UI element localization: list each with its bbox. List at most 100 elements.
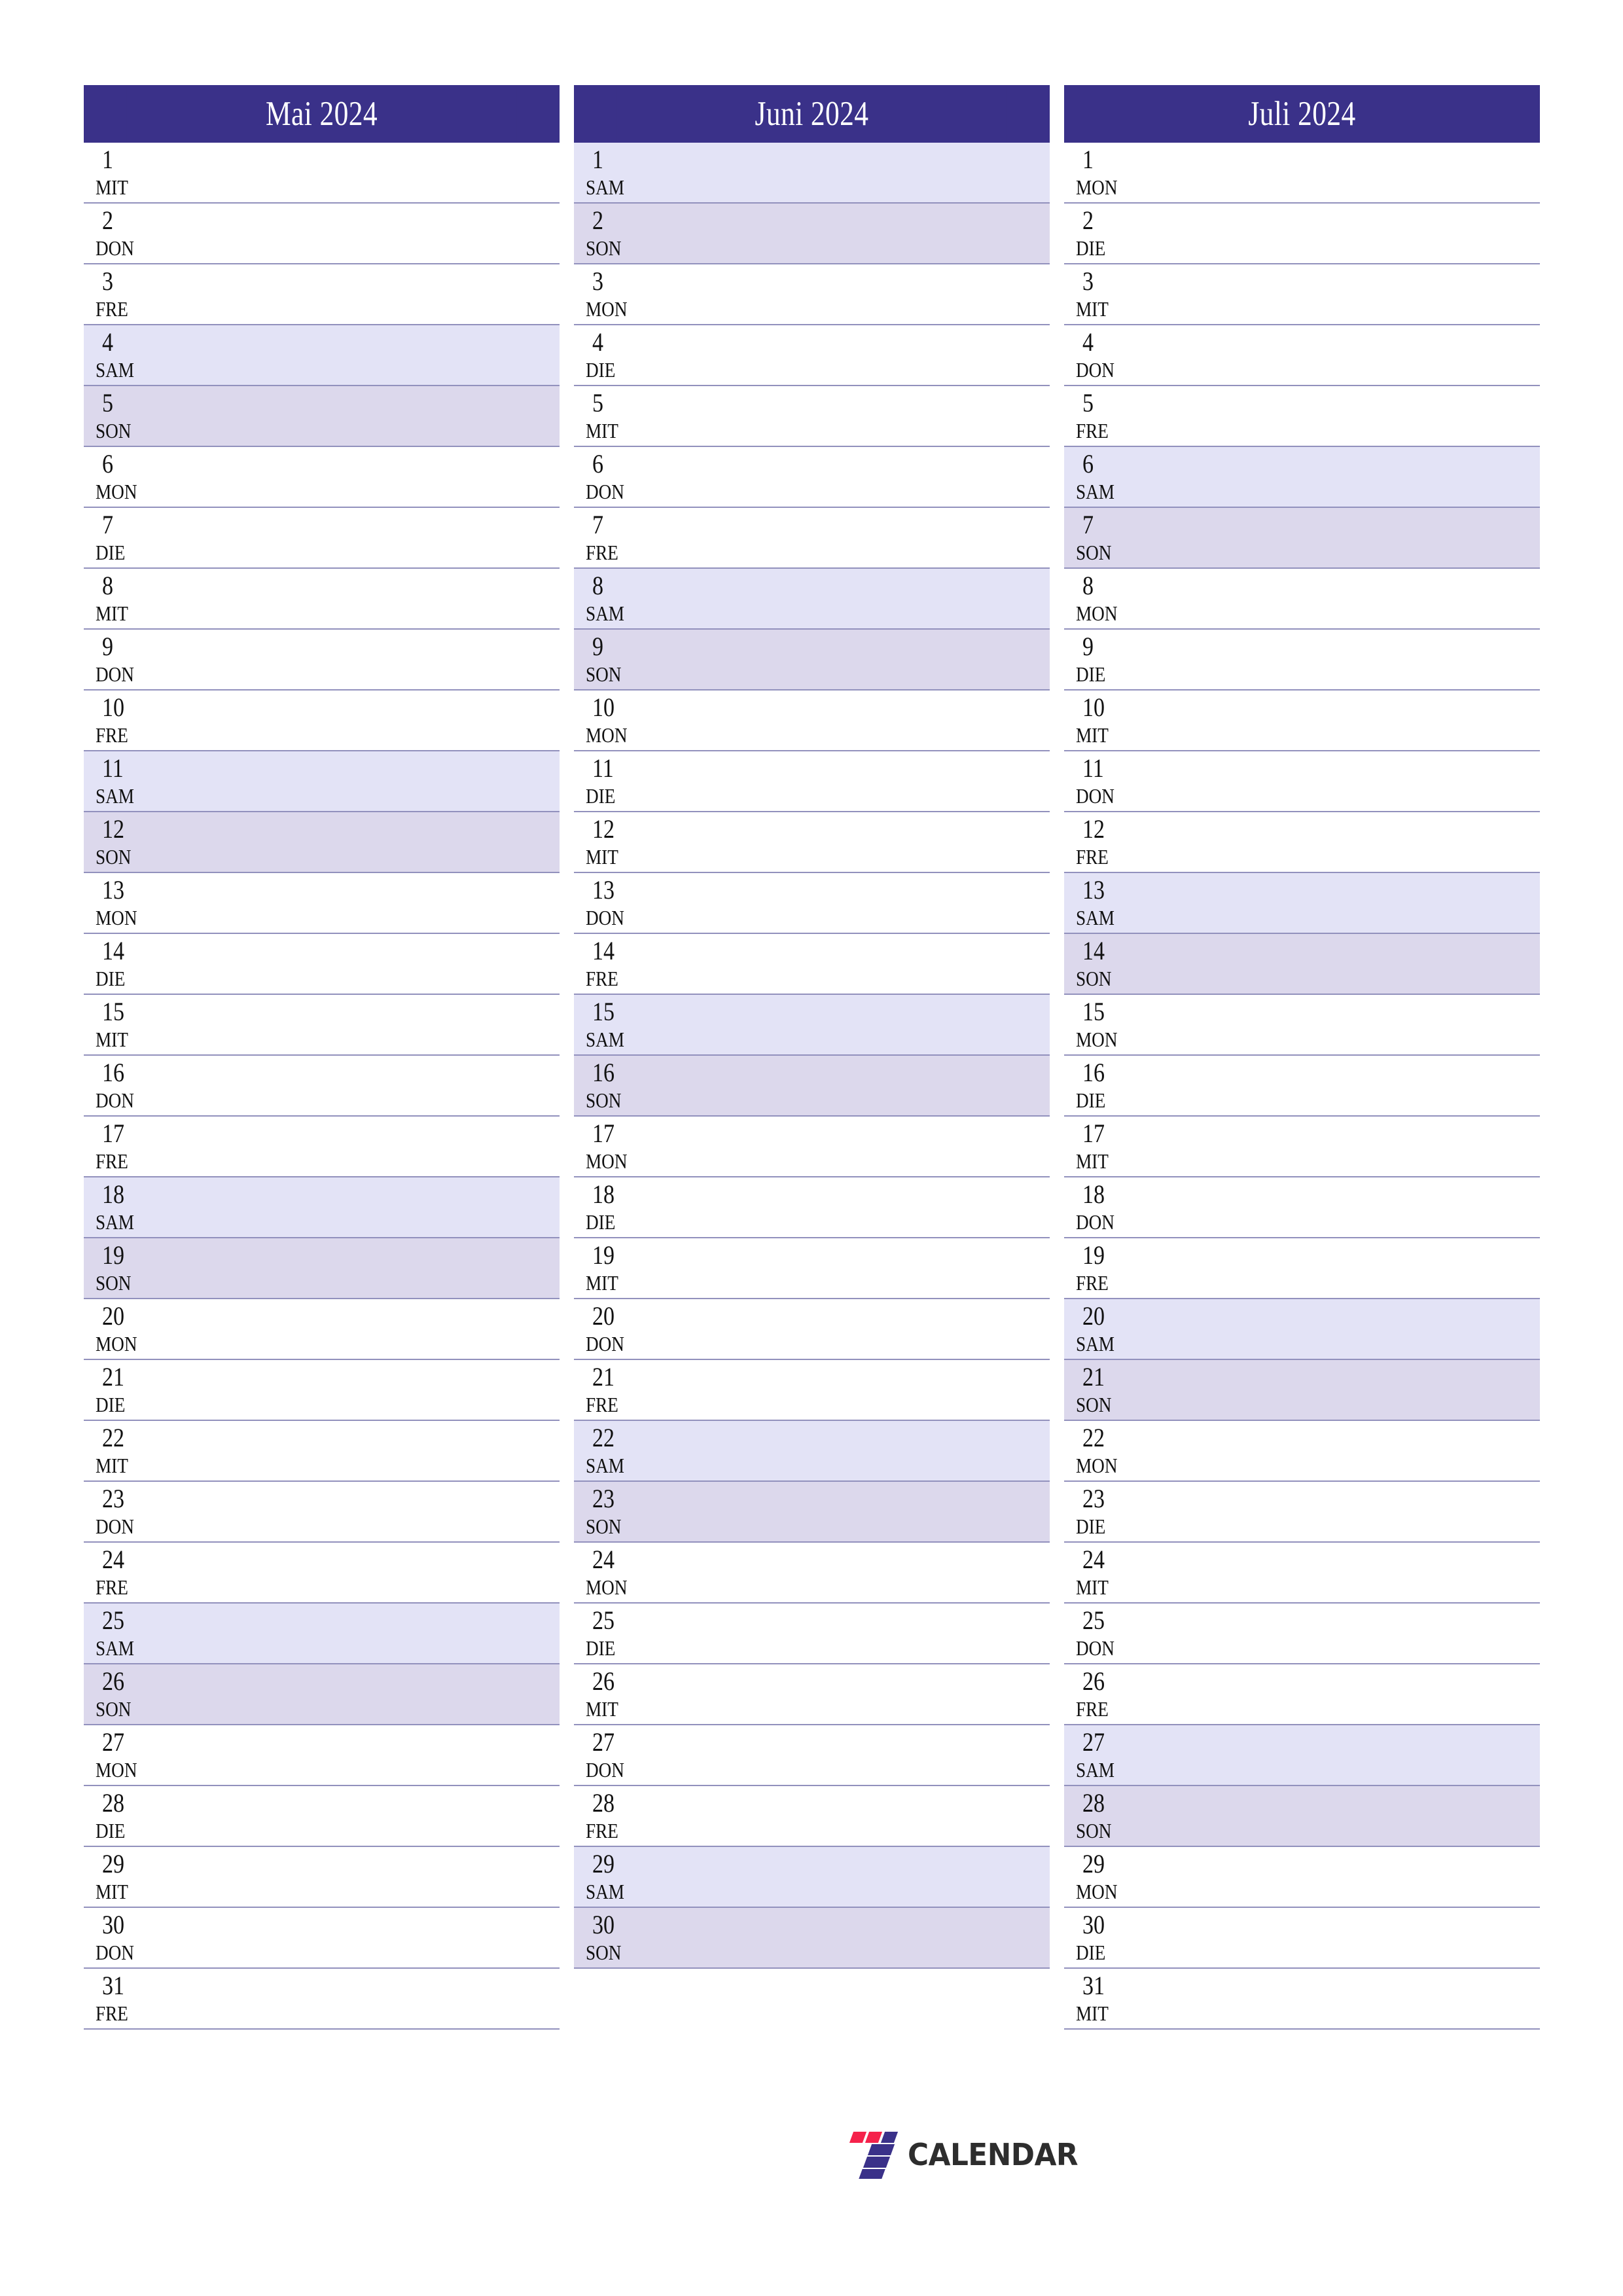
day-row[interactable]: 30 DIE: [1064, 1908, 1540, 1969]
day-row[interactable]: 12 SON: [84, 812, 560, 873]
day-row[interactable]: 9 SON: [574, 630, 1050, 691]
day-row[interactable]: 29 SAM: [574, 1847, 1050, 1908]
day-row[interactable]: 1 MON: [1064, 143, 1540, 204]
day-row[interactable]: 18 DON: [1064, 1177, 1540, 1238]
day-row[interactable]: 4 DIE: [574, 325, 1050, 386]
day-weekday: DIE: [96, 967, 126, 990]
day-row[interactable]: 6 MON: [84, 447, 560, 508]
day-row[interactable]: 21 DIE: [84, 1360, 560, 1421]
day-row[interactable]: 14 SON: [1064, 934, 1540, 995]
day-row[interactable]: 10 MON: [574, 691, 1050, 751]
day-number: 28: [592, 1788, 615, 1818]
day-row[interactable]: 17 MON: [574, 1117, 1050, 1177]
day-row[interactable]: 29 MON: [1064, 1847, 1540, 1908]
day-row[interactable]: 22 MON: [1064, 1421, 1540, 1482]
day-row[interactable]: 28 FRE: [574, 1786, 1050, 1847]
day-row[interactable]: 14 FRE: [574, 934, 1050, 995]
day-row[interactable]: 31 FRE: [84, 1969, 560, 2030]
day-row[interactable]: 30 DON: [84, 1908, 560, 1969]
day-weekday: DIE: [1076, 1941, 1106, 1964]
day-row[interactable]: 26 FRE: [1064, 1664, 1540, 1725]
day-row[interactable]: 21 SON: [1064, 1360, 1540, 1421]
day-row[interactable]: 5 SON: [84, 386, 560, 447]
day-row[interactable]: 23 DON: [84, 1482, 560, 1543]
day-row[interactable]: 3 MON: [574, 264, 1050, 325]
day-row[interactable]: 11 DIE: [574, 751, 1050, 812]
day-row[interactable]: 15 MON: [1064, 995, 1540, 1056]
day-row[interactable]: 20 DON: [574, 1299, 1050, 1360]
day-row[interactable]: 14 DIE: [84, 934, 560, 995]
day-row[interactable]: 10 MIT: [1064, 691, 1540, 751]
day-row[interactable]: 8 MON: [1064, 569, 1540, 630]
day-row[interactable]: 16 DON: [84, 1056, 560, 1117]
day-row[interactable]: 12 FRE: [1064, 812, 1540, 873]
day-row[interactable]: 2 DIE: [1064, 204, 1540, 264]
day-row[interactable]: 11 DON: [1064, 751, 1540, 812]
day-weekday: FRE: [1076, 1271, 1109, 1295]
day-row[interactable]: 11 SAM: [84, 751, 560, 812]
day-row[interactable]: 18 SAM: [84, 1177, 560, 1238]
day-row[interactable]: 26 MIT: [574, 1664, 1050, 1725]
day-row[interactable]: 24 MIT: [1064, 1543, 1540, 1604]
day-row[interactable]: 27 DON: [574, 1725, 1050, 1786]
day-row[interactable]: 2 SON: [574, 204, 1050, 264]
day-row[interactable]: 26 SON: [84, 1664, 560, 1725]
day-row[interactable]: 7 FRE: [574, 508, 1050, 569]
day-row[interactable]: 10 FRE: [84, 691, 560, 751]
day-row[interactable]: 7 SON: [1064, 508, 1540, 569]
day-row[interactable]: 15 MIT: [84, 995, 560, 1056]
day-row[interactable]: 31 MIT: [1064, 1969, 1540, 2030]
day-row[interactable]: 18 DIE: [574, 1177, 1050, 1238]
day-row[interactable]: 22 SAM: [574, 1421, 1050, 1482]
day-row[interactable]: 16 DIE: [1064, 1056, 1540, 1117]
day-row[interactable]: 21 FRE: [574, 1360, 1050, 1421]
day-row[interactable]: 20 MON: [84, 1299, 560, 1360]
day-row[interactable]: 30 SON: [574, 1908, 1050, 1969]
day-row[interactable]: 19 FRE: [1064, 1238, 1540, 1299]
day-row[interactable]: 16 SON: [574, 1056, 1050, 1117]
day-row[interactable]: 6 DON: [574, 447, 1050, 508]
day-row[interactable]: 13 DON: [574, 873, 1050, 934]
day-row[interactable]: 22 MIT: [84, 1421, 560, 1482]
day-row[interactable]: 20 SAM: [1064, 1299, 1540, 1360]
day-row[interactable]: 4 DON: [1064, 325, 1540, 386]
day-row[interactable]: 3 MIT: [1064, 264, 1540, 325]
day-row[interactable]: 25 SAM: [84, 1604, 560, 1664]
day-row[interactable]: 9 DON: [84, 630, 560, 691]
day-row[interactable]: 13 MON: [84, 873, 560, 934]
day-row[interactable]: 3 FRE: [84, 264, 560, 325]
day-row[interactable]: 27 MON: [84, 1725, 560, 1786]
day-weekday: MIT: [96, 175, 128, 199]
day-row[interactable]: 4 SAM: [84, 325, 560, 386]
day-row[interactable]: 13 SAM: [1064, 873, 1540, 934]
day-row[interactable]: 19 MIT: [574, 1238, 1050, 1299]
day-row[interactable]: 5 MIT: [574, 386, 1050, 447]
day-row[interactable]: 7 DIE: [84, 508, 560, 569]
day-row[interactable]: 23 SON: [574, 1482, 1050, 1543]
day-row[interactable]: 5 FRE: [1064, 386, 1540, 447]
day-row[interactable]: 8 MIT: [84, 569, 560, 630]
day-number: 11: [1082, 753, 1104, 783]
day-row[interactable]: 17 MIT: [1064, 1117, 1540, 1177]
day-row[interactable]: 2 DON: [84, 204, 560, 264]
day-row[interactable]: 23 DIE: [1064, 1482, 1540, 1543]
day-row[interactable]: 15 SAM: [574, 995, 1050, 1056]
day-row[interactable]: 29 MIT: [84, 1847, 560, 1908]
day-row[interactable]: 12 MIT: [574, 812, 1050, 873]
day-row[interactable]: 24 MON: [574, 1543, 1050, 1604]
day-row[interactable]: 1 MIT: [84, 143, 560, 204]
day-row[interactable]: 25 DIE: [574, 1604, 1050, 1664]
day-row[interactable]: 25 DON: [1064, 1604, 1540, 1664]
brand-logo: CALENDAR: [847, 2128, 1079, 2181]
day-row[interactable]: 24 FRE: [84, 1543, 560, 1604]
day-row[interactable]: 28 SON: [1064, 1786, 1540, 1847]
day-row[interactable]: 28 DIE: [84, 1786, 560, 1847]
day-row[interactable]: 17 FRE: [84, 1117, 560, 1177]
day-row[interactable]: 27 SAM: [1064, 1725, 1540, 1786]
day-row[interactable]: 6 SAM: [1064, 447, 1540, 508]
day-row[interactable]: 9 DIE: [1064, 630, 1540, 691]
day-list-2: 1 SAM 2 SON 3 MON 4 DIE 5 MIT 6 DON 7 FRE 8 SAM 9 SON 10 MO…: [574, 143, 1050, 1969]
day-row[interactable]: 8 SAM: [574, 569, 1050, 630]
day-row[interactable]: 1 SAM: [574, 143, 1050, 204]
day-row[interactable]: 19 SON: [84, 1238, 560, 1299]
